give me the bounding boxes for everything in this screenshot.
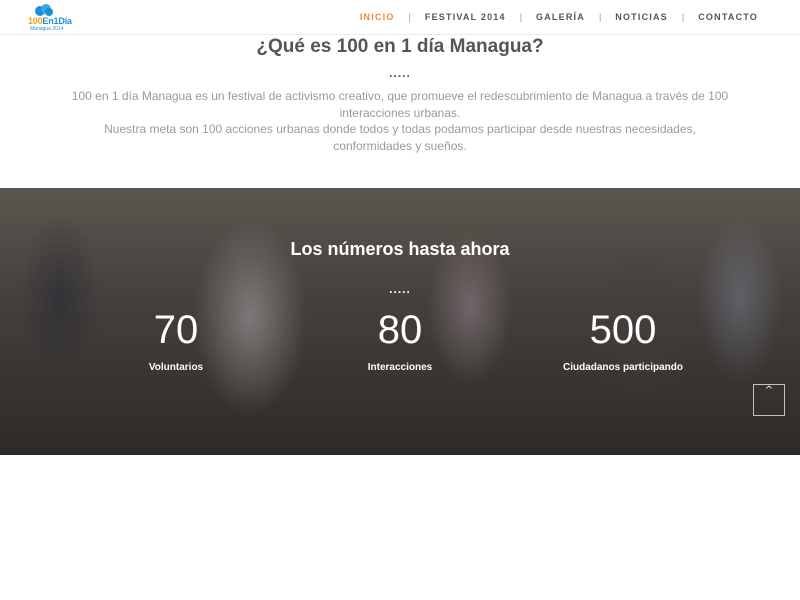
top-navbar: 100En1Día Managua 2014 INICIO | FESTIVAL… <box>0 0 800 35</box>
logo-tagline: Managua 2014 <box>30 26 64 32</box>
stat-ciudadanos: 500 Ciudadanos participando <box>523 306 723 373</box>
main-nav: INICIO | FESTIVAL 2014 | GALERÍA | NOTIC… <box>360 12 758 22</box>
stat-label: Voluntarios <box>148 362 204 373</box>
nav-festival-2014[interactable]: FESTIVAL 2014 <box>425 12 506 22</box>
stats-divider: ..... <box>389 282 411 296</box>
intro-line-2: Nuestra meta son 100 acciones urbanas do… <box>104 122 696 153</box>
stats-section: Los números hasta ahora ..... 70 Volunta… <box>0 188 800 455</box>
stat-value: 500 <box>589 308 657 352</box>
stat-voluntarios: 70 Voluntarios <box>76 306 276 373</box>
stat-value: 80 <box>377 308 423 352</box>
cloud-icon <box>35 4 53 16</box>
nav-separator: | <box>408 12 411 22</box>
stats-title: Los números hasta ahora <box>290 239 510 259</box>
stat-label: Interacciones <box>367 362 433 373</box>
stat-interacciones: 80 Interacciones <box>300 306 500 373</box>
logo-text: 100En1Día <box>28 16 72 26</box>
nav-inicio[interactable]: INICIO <box>360 12 395 22</box>
nav-separator: | <box>519 12 523 22</box>
stat-label: Ciudadanos participando <box>562 362 683 373</box>
intro-divider: ..... <box>389 66 411 80</box>
stat-value: 70 <box>153 308 199 352</box>
nav-noticias[interactable]: NOTICIAS <box>615 12 668 22</box>
logo[interactable]: 100En1Día Managua 2014 <box>28 4 72 32</box>
chevron-up-icon: ^ <box>764 385 774 396</box>
intro-line-1: 100 en 1 día Managua es un festival de a… <box>71 89 729 120</box>
nav-separator: | <box>681 12 685 22</box>
nav-separator: | <box>598 12 602 22</box>
nav-contacto[interactable]: CONTACTO <box>698 12 758 22</box>
nav-galeria[interactable]: GALERÍA <box>536 12 585 22</box>
back-to-top-button[interactable]: ^ <box>753 384 785 416</box>
intro-paragraph: 100 en 1 día Managua es un festival de a… <box>70 88 730 154</box>
intro-title: ¿Qué es 100 en 1 día Managua? <box>256 36 544 57</box>
intro-section: ¿Qué es 100 en 1 día Managua? ..... 100 … <box>0 34 800 154</box>
